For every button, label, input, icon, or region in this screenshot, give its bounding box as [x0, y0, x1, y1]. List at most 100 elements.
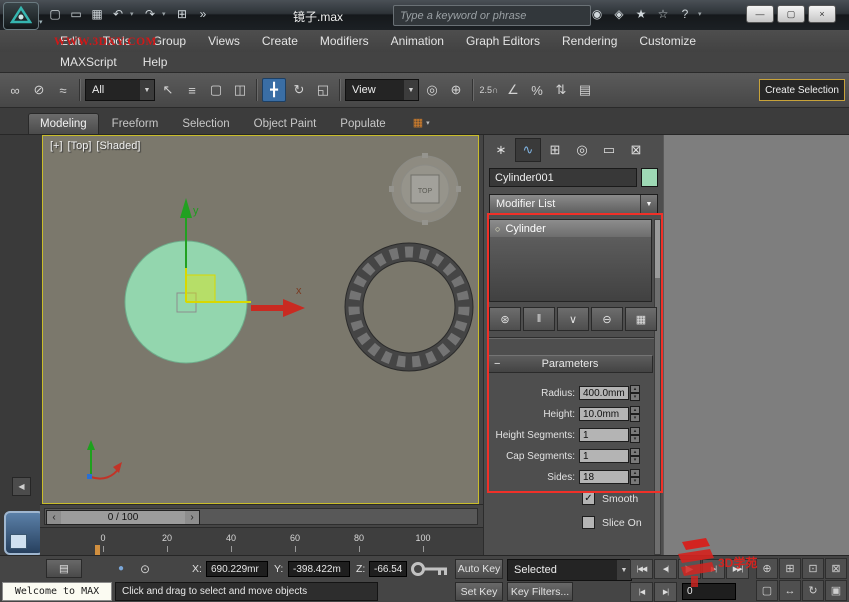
tab-modify-icon[interactable]: ∿	[515, 138, 541, 162]
viewport-top[interactable]: [+] [Top] [Shaded] y x	[42, 135, 479, 504]
y-coordinate-field[interactable]: -398.422m	[288, 561, 350, 577]
key-mode-icon[interactable]	[410, 561, 450, 577]
menu-customize[interactable]: Customize	[639, 34, 696, 48]
undo-icon[interactable]: ↶	[109, 5, 127, 23]
redo-dropdown-icon[interactable]: ▾	[162, 10, 170, 18]
create-selection-set-field[interactable]: Create Selection	[759, 79, 845, 101]
ribbon-tab-modeling[interactable]: Modeling	[28, 113, 99, 134]
tab-utilities-icon[interactable]: ⊠	[623, 138, 649, 162]
tab-display-icon[interactable]: ▭	[596, 138, 622, 162]
menu-views[interactable]: Views	[208, 34, 240, 48]
time-slider-thumb[interactable]: ‹ 0 / 100 ›	[46, 510, 200, 525]
selection-set-arrow-icon[interactable]: ▼	[617, 560, 631, 580]
x-coordinate-field[interactable]: 690.229mr	[206, 561, 268, 577]
search-go-icon[interactable]: ◉	[588, 5, 606, 23]
slice-on-checkbox[interactable]	[582, 516, 595, 529]
tab-motion-icon[interactable]: ◎	[569, 138, 595, 162]
select-and-scale-icon[interactable]: ◱	[312, 79, 334, 101]
toolbar-overflow-icon[interactable]: »	[194, 5, 212, 23]
reference-coordinate-dropdown[interactable]: View ▼	[345, 79, 419, 101]
set-key-button[interactable]: Set Key	[455, 582, 503, 601]
viewcube-top-label[interactable]: TOP	[418, 188, 433, 195]
modifier-list-dropdown[interactable]: Modifier List ▼	[489, 194, 658, 214]
help-dropdown-icon[interactable]: ▾	[698, 10, 702, 18]
select-and-move-icon[interactable]: ╋	[262, 78, 286, 102]
menu-help[interactable]: Help	[143, 55, 168, 69]
go-to-start-button[interactable]: |◀◀	[630, 559, 653, 579]
menu-graph-editors[interactable]: Graph Editors	[466, 34, 540, 48]
project-toggle-icon[interactable]: ⊞	[173, 5, 191, 23]
orbit-icon[interactable]: ↻	[802, 580, 824, 601]
previous-frame-arrow[interactable]: ‹	[47, 511, 61, 524]
maximize-viewport-icon[interactable]: ▣	[825, 580, 847, 601]
save-file-icon[interactable]: ▦	[88, 5, 106, 23]
viewport-shading-menu[interactable]: [Shaded]	[96, 140, 140, 152]
app-menu-arrow-icon[interactable]: ▾	[39, 18, 43, 26]
modifier-list-arrow-icon[interactable]: ▼	[640, 195, 657, 213]
smooth-checkbox[interactable]: ✓	[582, 492, 595, 505]
tab-hierarchy-icon[interactable]: ⊞	[542, 138, 568, 162]
panel-expand-button[interactable]: ◀	[12, 477, 31, 496]
object-name-field[interactable]: Cylinder001	[489, 168, 637, 187]
object-color-swatch[interactable]	[641, 168, 658, 187]
ribbon-tab-selection[interactable]: Selection	[171, 114, 240, 134]
viewport-layout-tab-button[interactable]	[4, 511, 44, 555]
angle-snap-icon[interactable]: ∠	[502, 79, 524, 101]
menu-rendering[interactable]: Rendering	[562, 34, 617, 48]
zoom-extents-icon[interactable]: ⊡	[802, 558, 824, 579]
unlink-selection-icon[interactable]: ⊘	[28, 79, 50, 101]
pan-view-icon[interactable]: ↔	[779, 580, 801, 601]
close-button[interactable]: ×	[808, 5, 836, 23]
window-crossing-icon[interactable]: ◫	[229, 79, 251, 101]
ribbon-tab-freeform[interactable]: Freeform	[101, 114, 170, 134]
torus-object[interactable]	[345, 243, 473, 371]
next-frame-arrow[interactable]: ›	[185, 511, 199, 524]
use-pivot-center-icon[interactable]: ◎	[421, 79, 443, 101]
help-icon[interactable]: ?	[676, 5, 694, 23]
welcome-box[interactable]: Welcome to MAX	[2, 582, 112, 601]
viewport-general-menu[interactable]: [+]	[50, 140, 63, 152]
percent-snap-icon[interactable]: %	[526, 79, 548, 101]
key-filters-button[interactable]: Key Filters...	[507, 582, 573, 601]
keyboard-override-icon[interactable]: ▤	[574, 79, 596, 101]
minimize-button[interactable]: —	[746, 5, 774, 23]
selection-filter-arrow-icon[interactable]: ▼	[140, 80, 154, 100]
ribbon-config-icon[interactable]: ▦	[413, 116, 423, 129]
zoom-extents-all-icon[interactable]: ⊠	[825, 558, 847, 579]
selection-set-dropdown[interactable]: Selected ▼	[507, 559, 632, 581]
select-and-link-icon[interactable]: ∞	[4, 79, 26, 101]
z-coordinate-field[interactable]: -66.54	[369, 561, 407, 577]
ribbon-tab-populate[interactable]: Populate	[329, 114, 396, 134]
select-by-name-icon[interactable]: ≡	[181, 79, 203, 101]
menu-modifiers[interactable]: Modifiers	[320, 34, 369, 48]
ribbon-config-arrow-icon[interactable]: ▾	[426, 119, 430, 127]
maximize-button[interactable]: ▢	[777, 5, 805, 23]
field-of-view-icon[interactable]: ▢	[756, 580, 778, 601]
add-favorite-icon[interactable]: ☆	[654, 5, 672, 23]
redo-icon[interactable]: ↷	[141, 5, 159, 23]
communication-center-icon[interactable]: ◈	[610, 5, 628, 23]
spinner-snap-icon[interactable]: ⇅	[550, 79, 572, 101]
undo-dropdown-icon[interactable]: ▾	[130, 10, 138, 18]
select-and-rotate-icon[interactable]: ↻	[288, 79, 310, 101]
ribbon-tab-object-paint[interactable]: Object Paint	[243, 114, 328, 134]
viewport-pov-menu[interactable]: [Top]	[68, 140, 92, 152]
favorites-icon[interactable]: ★	[632, 5, 650, 23]
mini-curve-editor-button[interactable]: ▤	[46, 559, 82, 578]
select-object-icon[interactable]: ↖	[157, 79, 179, 101]
isolate-selection-icon[interactable]: ●	[112, 559, 130, 578]
app-menu-button[interactable]	[3, 2, 39, 30]
viewport-canvas[interactable]: y x TOP	[43, 136, 478, 503]
viewcube[interactable]: TOP	[389, 153, 461, 225]
track-bar[interactable]: 0 20 40 60 80 100	[40, 527, 483, 557]
selection-lock-icon[interactable]: ⊙	[136, 559, 154, 578]
time-slider-track[interactable]: ‹ 0 / 100 ›	[44, 508, 478, 525]
bind-to-spacewarp-icon[interactable]: ≈	[52, 79, 74, 101]
menu-group[interactable]: Group	[153, 34, 186, 48]
reference-coordinate-arrow-icon[interactable]: ▼	[404, 80, 418, 100]
open-file-icon[interactable]: ▭	[67, 5, 85, 23]
zoom-all-icon[interactable]: ⊞	[779, 558, 801, 579]
tab-create-icon[interactable]: ∗	[488, 138, 514, 162]
previous-key-button[interactable]: |◀	[630, 582, 653, 602]
gizmo-xy-plane-handle[interactable]	[186, 275, 215, 302]
